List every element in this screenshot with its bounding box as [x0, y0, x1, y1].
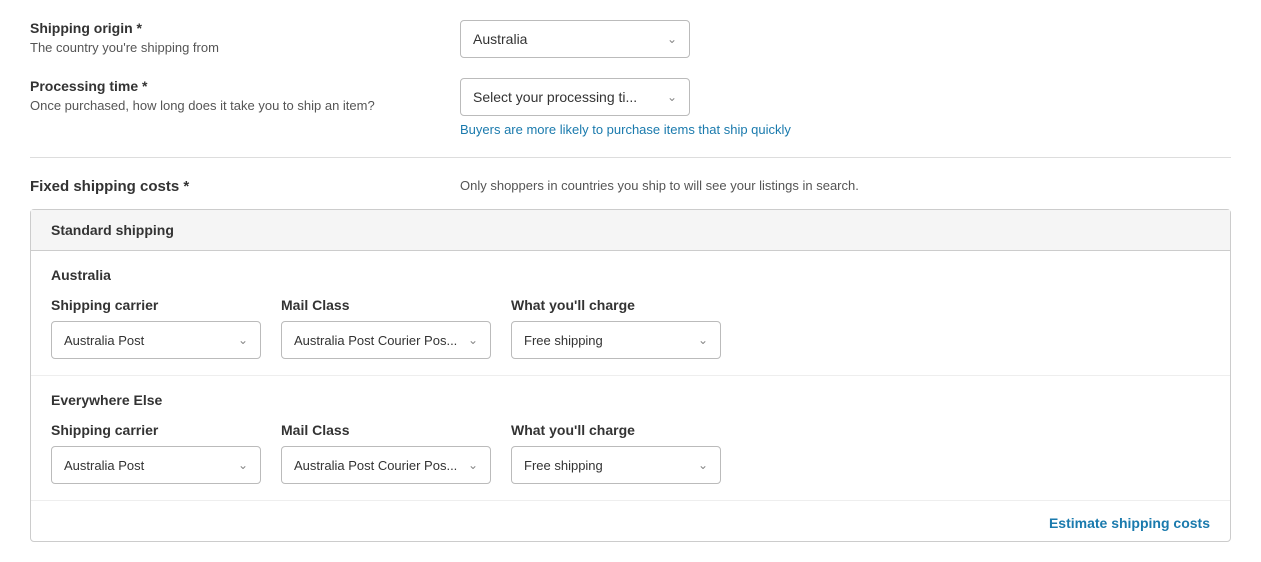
- shipping-origin-label: Shipping origin *: [30, 20, 460, 36]
- chevron-down-icon: ⌄: [667, 32, 677, 46]
- mailclass-dropdown-everywhere[interactable]: Australia Post Courier Pos... ⌄: [281, 446, 491, 484]
- charge-dropdown-everywhere[interactable]: Free shipping ⌄: [511, 446, 721, 484]
- carrier-field-everywhere: Shipping carrier Australia Post ⌄: [51, 422, 261, 484]
- fixed-shipping-note: Only shoppers in countries you ship to w…: [460, 178, 1231, 193]
- chevron-down-icon: ⌄: [468, 458, 478, 472]
- processing-time-hint: Buyers are more likely to purchase items…: [460, 122, 1231, 137]
- chevron-down-icon: ⌄: [667, 90, 677, 104]
- region-australia: Australia: [51, 267, 1210, 283]
- section-divider: [30, 157, 1231, 158]
- chevron-down-icon: ⌄: [238, 333, 248, 347]
- shipping-origin-label-col: Shipping origin * The country you're shi…: [30, 20, 460, 55]
- shipping-section-australia: Australia Shipping carrier Australia Pos…: [31, 251, 1230, 376]
- mailclass-label-australia: Mail Class: [281, 297, 491, 313]
- shipping-table: Standard shipping Australia Shipping car…: [30, 209, 1231, 542]
- shipping-origin-value: Australia: [473, 31, 527, 47]
- carrier-dropdown-australia[interactable]: Australia Post ⌄: [51, 321, 261, 359]
- mailclass-field-everywhere: Mail Class Australia Post Courier Pos...…: [281, 422, 491, 484]
- chevron-down-icon: ⌄: [238, 458, 248, 472]
- carrier-label-everywhere: Shipping carrier: [51, 422, 261, 438]
- shipping-origin-control: Australia ⌄: [460, 20, 1231, 58]
- shipping-fields-australia: Shipping carrier Australia Post ⌄ Mail C…: [51, 297, 1210, 359]
- shipping-origin-sublabel: The country you're shipping from: [30, 40, 460, 55]
- processing-time-sublabel: Once purchased, how long does it take yo…: [30, 98, 460, 113]
- carrier-value-australia: Australia Post: [64, 333, 144, 348]
- carrier-dropdown-everywhere[interactable]: Australia Post ⌄: [51, 446, 261, 484]
- processing-time-row: Processing time * Once purchased, how lo…: [30, 78, 1231, 137]
- shipping-table-header: Standard shipping: [31, 210, 1230, 251]
- processing-time-label: Processing time *: [30, 78, 460, 94]
- chevron-down-icon: ⌄: [698, 458, 708, 472]
- processing-time-dropdown[interactable]: Select your processing ti... ⌄: [460, 78, 690, 116]
- chevron-down-icon: ⌄: [468, 333, 478, 347]
- carrier-label-australia: Shipping carrier: [51, 297, 261, 313]
- chevron-down-icon: ⌄: [698, 333, 708, 347]
- fixed-shipping-header: Fixed shipping costs * Only shoppers in …: [30, 178, 1231, 195]
- charge-label-everywhere: What you'll charge: [511, 422, 721, 438]
- shipping-section-everywhere: Everywhere Else Shipping carrier Austral…: [31, 376, 1230, 501]
- standard-shipping-title: Standard shipping: [51, 222, 174, 238]
- shipping-origin-row: Shipping origin * The country you're shi…: [30, 20, 1231, 58]
- processing-time-label-col: Processing time * Once purchased, how lo…: [30, 78, 460, 113]
- charge-field-australia: What you'll charge Free shipping ⌄: [511, 297, 721, 359]
- estimate-shipping-link[interactable]: Estimate shipping costs: [1049, 515, 1210, 531]
- mailclass-label-everywhere: Mail Class: [281, 422, 491, 438]
- processing-time-control: Select your processing ti... ⌄ Buyers ar…: [460, 78, 1231, 137]
- fixed-shipping-label: Fixed shipping costs *: [30, 178, 460, 195]
- mailclass-dropdown-australia[interactable]: Australia Post Courier Pos... ⌄: [281, 321, 491, 359]
- charge-value-everywhere: Free shipping: [524, 458, 603, 473]
- shipping-origin-dropdown[interactable]: Australia ⌄: [460, 20, 690, 58]
- charge-field-everywhere: What you'll charge Free shipping ⌄: [511, 422, 721, 484]
- mailclass-value-australia: Australia Post Courier Pos...: [294, 333, 457, 348]
- processing-time-placeholder: Select your processing ti...: [473, 89, 637, 105]
- carrier-field-australia: Shipping carrier Australia Post ⌄: [51, 297, 261, 359]
- charge-dropdown-australia[interactable]: Free shipping ⌄: [511, 321, 721, 359]
- carrier-value-everywhere: Australia Post: [64, 458, 144, 473]
- region-everywhere: Everywhere Else: [51, 392, 1210, 408]
- shipping-fields-everywhere: Shipping carrier Australia Post ⌄ Mail C…: [51, 422, 1210, 484]
- charge-label-australia: What you'll charge: [511, 297, 721, 313]
- mailclass-value-everywhere: Australia Post Courier Pos...: [294, 458, 457, 473]
- charge-value-australia: Free shipping: [524, 333, 603, 348]
- mailclass-field-australia: Mail Class Australia Post Courier Pos...…: [281, 297, 491, 359]
- estimate-row: Estimate shipping costs: [31, 501, 1230, 541]
